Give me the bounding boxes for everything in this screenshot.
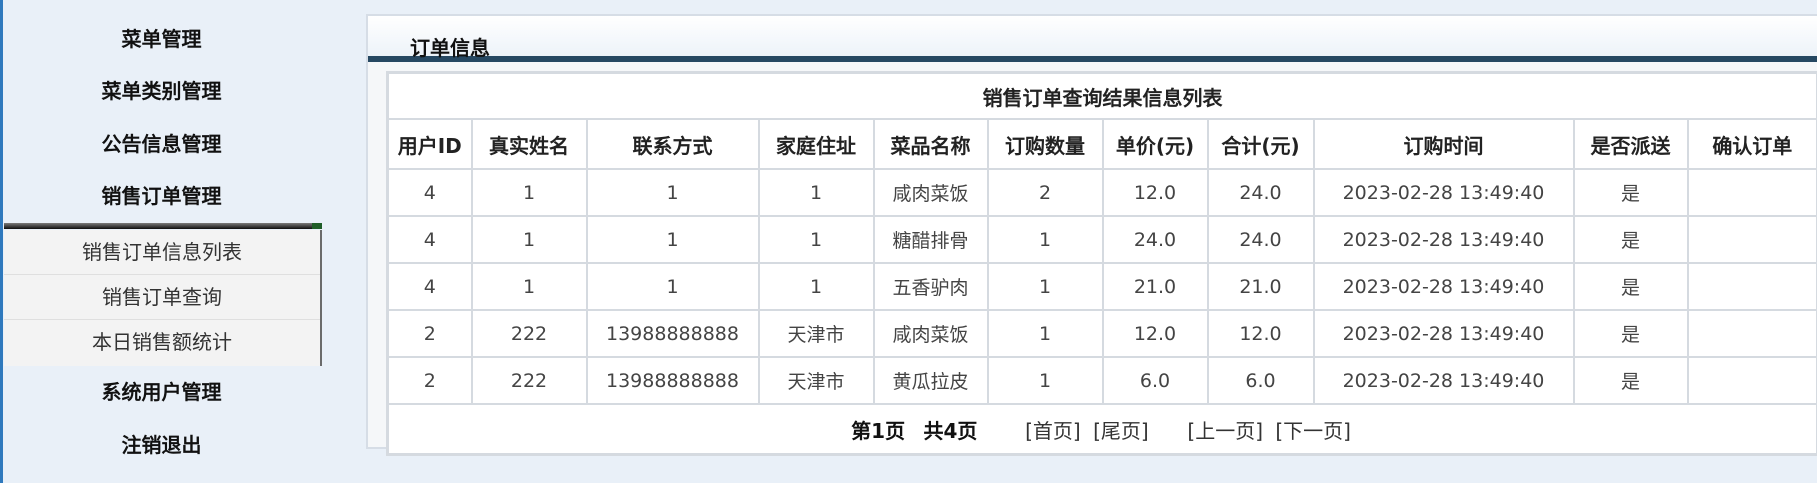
sidebar: 菜单管理 菜单类别管理 公告信息管理 销售订单管理 销售订单信息列表 销售订单查… bbox=[0, 0, 323, 483]
cell-quantity: 2 bbox=[986, 168, 1104, 217]
cell-total: 6.0 bbox=[1206, 356, 1315, 405]
cell-delivered: 是 bbox=[1572, 356, 1689, 405]
order-panel: 订单信息 销售订单查询结果信息列表 用户ID 真实姓名 联系方式 家庭住址 菜品… bbox=[366, 14, 1817, 456]
header-dish-name: 菜品名称 bbox=[872, 118, 989, 170]
cell-quantity: 1 bbox=[986, 262, 1104, 311]
sidebar-item-logout[interactable]: 注销退出 bbox=[0, 432, 323, 458]
header-order-time: 订购时间 bbox=[1312, 118, 1575, 170]
cell-quantity: 1 bbox=[986, 215, 1104, 264]
sidebar-edge bbox=[0, 0, 3, 483]
cell-confirm-order[interactable] bbox=[1686, 356, 1817, 405]
sidebar-item-announcement-management[interactable]: 公告信息管理 bbox=[0, 131, 323, 157]
cell-delivered: 是 bbox=[1572, 262, 1689, 311]
cell-dish-name: 咸肉菜饭 bbox=[872, 168, 989, 217]
submenu-sales-orders: 销售订单信息列表 销售订单查询 本日销售额统计 bbox=[4, 230, 322, 366]
header-total: 合计(元) bbox=[1206, 118, 1315, 170]
cell-address: 天津市 bbox=[757, 309, 875, 358]
header-confirm-order: 确认订单 bbox=[1686, 118, 1817, 170]
submenu-item-daily-sales-stats[interactable]: 本日销售额统计 bbox=[4, 320, 320, 365]
table-row: 2 222 13988888888 天津市 咸肉菜饭 1 12.0 12.0 2… bbox=[386, 309, 1817, 358]
panel-header: 订单信息 bbox=[368, 16, 1817, 62]
cell-confirm-order[interactable] bbox=[1686, 215, 1817, 264]
cell-delivered: 是 bbox=[1572, 309, 1689, 358]
table-row: 4 1 1 1 糖醋排骨 1 24.0 24.0 2023-02-28 13:4… bbox=[386, 215, 1817, 264]
sidebar-item-menu-category-management[interactable]: 菜单类别管理 bbox=[0, 78, 323, 104]
cell-order-time: 2023-02-28 13:49:40 bbox=[1312, 215, 1575, 264]
submenu-item-sales-order-list[interactable]: 销售订单信息列表 bbox=[4, 230, 320, 275]
orders-table: 销售订单查询结果信息列表 用户ID 真实姓名 联系方式 家庭住址 菜品名称 订购… bbox=[386, 71, 1817, 456]
table-caption: 销售订单查询结果信息列表 bbox=[386, 71, 1817, 120]
cell-delivered: 是 bbox=[1572, 168, 1689, 217]
cell-user-id: 2 bbox=[386, 356, 473, 405]
cell-real-name: 1 bbox=[470, 168, 588, 217]
header-delivered: 是否派送 bbox=[1572, 118, 1689, 170]
panel-title: 订单信息 bbox=[410, 36, 490, 60]
cell-dish-name: 糖醋排骨 bbox=[872, 215, 989, 264]
table-row: 4 1 1 1 咸肉菜饭 2 12.0 24.0 2023-02-28 13:4… bbox=[386, 168, 1817, 217]
cell-order-time: 2023-02-28 13:49:40 bbox=[1312, 309, 1575, 358]
table-header-row: 用户ID 真实姓名 联系方式 家庭住址 菜品名称 订购数量 单价(元) 合计(元… bbox=[386, 118, 1817, 170]
cell-dish-name: 黄瓜拉皮 bbox=[872, 356, 989, 405]
header-address: 家庭住址 bbox=[757, 118, 875, 170]
cell-user-id: 2 bbox=[386, 309, 473, 358]
cell-total: 21.0 bbox=[1206, 262, 1315, 311]
sidebar-item-sales-order-management[interactable]: 销售订单管理 bbox=[0, 183, 323, 209]
cell-delivered: 是 bbox=[1572, 215, 1689, 264]
cell-total: 24.0 bbox=[1206, 215, 1315, 264]
sidebar-item-system-user-management[interactable]: 系统用户管理 bbox=[0, 379, 323, 405]
cell-contact: 1 bbox=[585, 215, 760, 264]
header-real-name: 真实姓名 bbox=[470, 118, 588, 170]
cell-total: 12.0 bbox=[1206, 309, 1315, 358]
table-caption-row: 销售订单查询结果信息列表 bbox=[386, 71, 1817, 120]
table-row: 4 1 1 1 五香驴肉 1 21.0 21.0 2023-02-28 13:4… bbox=[386, 262, 1817, 311]
cell-dish-name: 咸肉菜饭 bbox=[872, 309, 989, 358]
cell-address: 1 bbox=[757, 168, 875, 217]
header-user-id: 用户ID bbox=[386, 118, 473, 170]
cell-user-id: 4 bbox=[386, 215, 473, 264]
cell-dish-name: 五香驴肉 bbox=[872, 262, 989, 311]
pager-total-pages: 共4页 bbox=[923, 418, 978, 443]
sidebar-item-menu-management[interactable]: 菜单管理 bbox=[0, 26, 323, 52]
cell-real-name: 1 bbox=[470, 215, 588, 264]
cell-unit-price: 21.0 bbox=[1101, 262, 1209, 311]
cell-contact: 1 bbox=[585, 168, 760, 217]
cell-user-id: 4 bbox=[386, 168, 473, 217]
cell-contact: 13988888888 bbox=[585, 309, 760, 358]
submenu-item-sales-order-query[interactable]: 销售订单查询 bbox=[4, 275, 320, 320]
cell-order-time: 2023-02-28 13:49:40 bbox=[1312, 168, 1575, 217]
cell-unit-price: 6.0 bbox=[1101, 356, 1209, 405]
pager-prev-link[interactable]: [上一页] bbox=[1187, 419, 1263, 443]
cell-unit-price: 24.0 bbox=[1101, 215, 1209, 264]
pager: 第1页 共4页 [首页] [尾页] [上一页] [下一页] bbox=[386, 403, 1817, 456]
cell-address: 天津市 bbox=[757, 356, 875, 405]
pager-next-link[interactable]: [下一页] bbox=[1275, 419, 1351, 443]
table-row: 2 222 13988888888 天津市 黄瓜拉皮 1 6.0 6.0 202… bbox=[386, 356, 1817, 405]
cell-contact: 13988888888 bbox=[585, 356, 760, 405]
cell-total: 24.0 bbox=[1206, 168, 1315, 217]
cell-quantity: 1 bbox=[986, 309, 1104, 358]
cell-address: 1 bbox=[757, 215, 875, 264]
cell-confirm-order[interactable] bbox=[1686, 168, 1817, 217]
pager-last-link[interactable]: [尾页] bbox=[1093, 419, 1149, 443]
header-quantity: 订购数量 bbox=[986, 118, 1104, 170]
cell-unit-price: 12.0 bbox=[1101, 309, 1209, 358]
header-unit-price: 单价(元) bbox=[1101, 118, 1209, 170]
cell-contact: 1 bbox=[585, 262, 760, 311]
cell-order-time: 2023-02-28 13:49:40 bbox=[1312, 356, 1575, 405]
pager-row: 第1页 共4页 [首页] [尾页] [上一页] [下一页] bbox=[386, 403, 1817, 456]
submenu-divider bbox=[4, 223, 322, 229]
pager-first-link[interactable]: [首页] bbox=[1025, 419, 1081, 443]
cell-real-name: 1 bbox=[470, 262, 588, 311]
pager-current-page: 第1页 bbox=[851, 418, 906, 443]
cell-real-name: 222 bbox=[470, 356, 588, 405]
cell-confirm-order[interactable] bbox=[1686, 309, 1817, 358]
cell-order-time: 2023-02-28 13:49:40 bbox=[1312, 262, 1575, 311]
cell-real-name: 222 bbox=[470, 309, 588, 358]
header-contact: 联系方式 bbox=[585, 118, 760, 170]
cell-unit-price: 12.0 bbox=[1101, 168, 1209, 217]
cell-confirm-order[interactable] bbox=[1686, 262, 1817, 311]
cell-address: 1 bbox=[757, 262, 875, 311]
cell-user-id: 4 bbox=[386, 262, 473, 311]
cell-quantity: 1 bbox=[986, 356, 1104, 405]
